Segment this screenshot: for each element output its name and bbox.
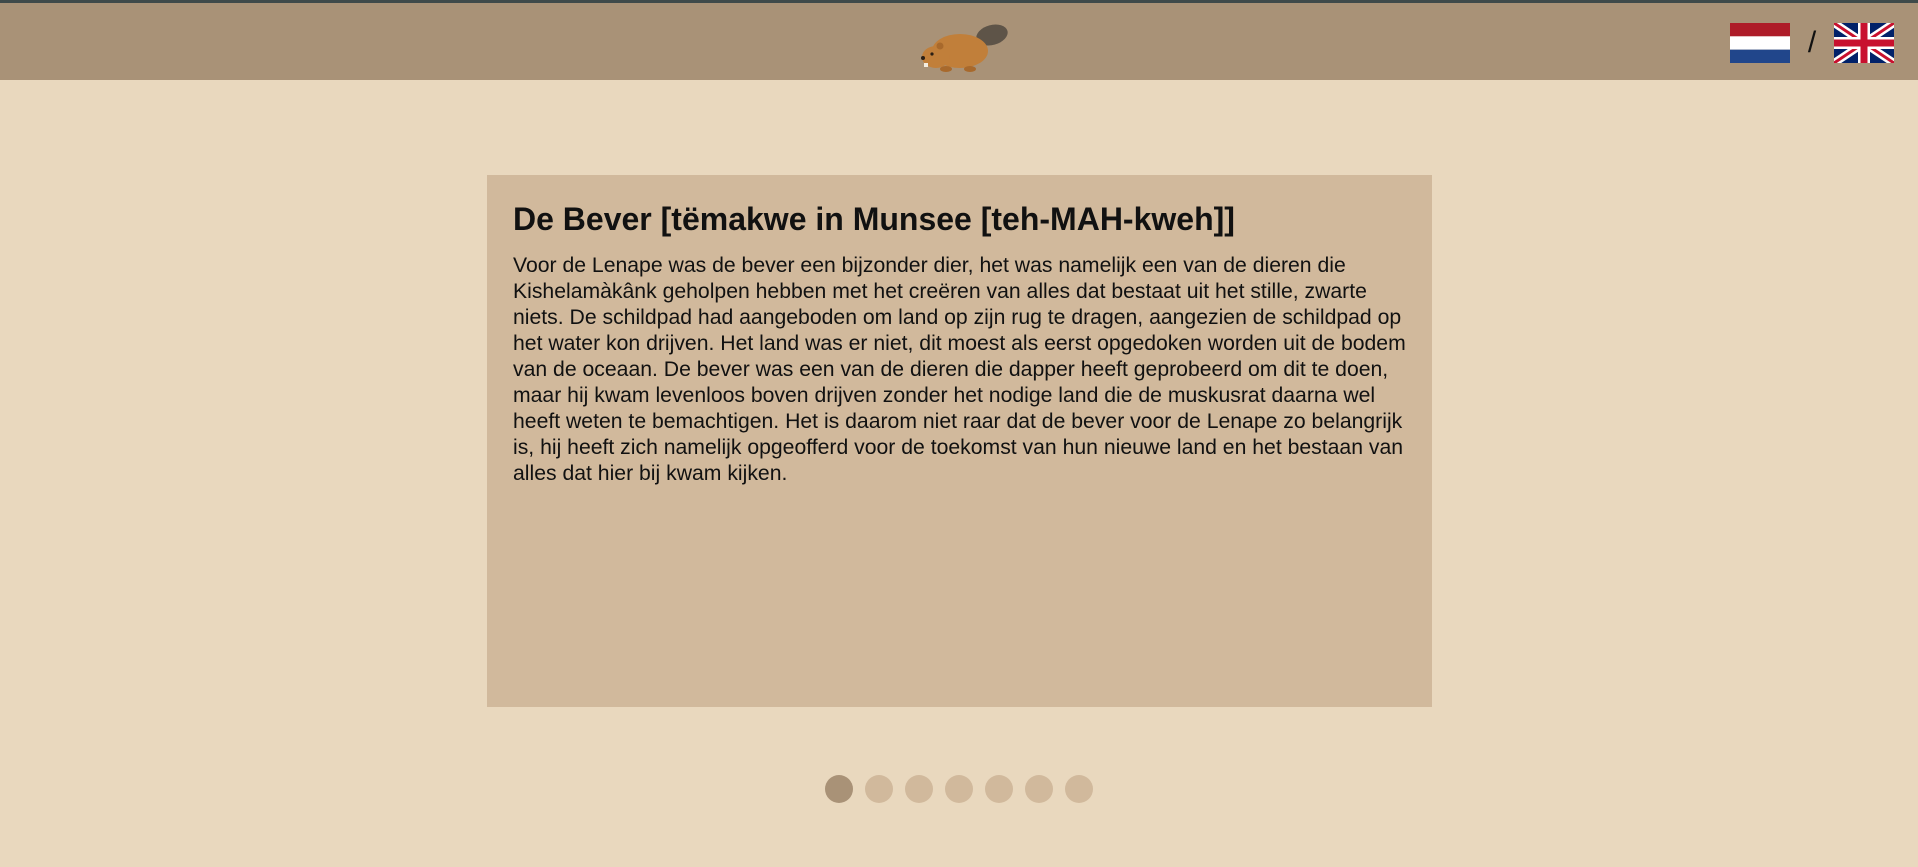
carousel-pagination — [0, 775, 1918, 803]
card-title: De Bever [tëmakwe in Munsee [teh-MAH-kwe… — [513, 201, 1235, 237]
carousel-dot[interactable] — [985, 775, 1013, 803]
card-body-text: Voor de Lenape was de bever een bijzonde… — [513, 254, 1406, 485]
language-separator: / — [1807, 26, 1817, 59]
carousel-dot[interactable] — [825, 775, 853, 803]
carousel-dot[interactable] — [865, 775, 893, 803]
top-header: / — [0, 0, 1918, 80]
carousel-dot[interactable] — [1025, 775, 1053, 803]
language-switcher: / — [1730, 21, 1894, 65]
netherlands-flag-icon[interactable] — [1730, 23, 1790, 63]
beaver-icon[interactable] — [910, 17, 1010, 77]
content-card: De Bever [tëmakwe in Munsee [teh-MAH-kwe… — [487, 175, 1432, 707]
uk-flag-icon[interactable] — [1834, 23, 1894, 63]
carousel-dot[interactable] — [1065, 775, 1093, 803]
carousel-dot[interactable] — [905, 775, 933, 803]
carousel-dot[interactable] — [945, 775, 973, 803]
